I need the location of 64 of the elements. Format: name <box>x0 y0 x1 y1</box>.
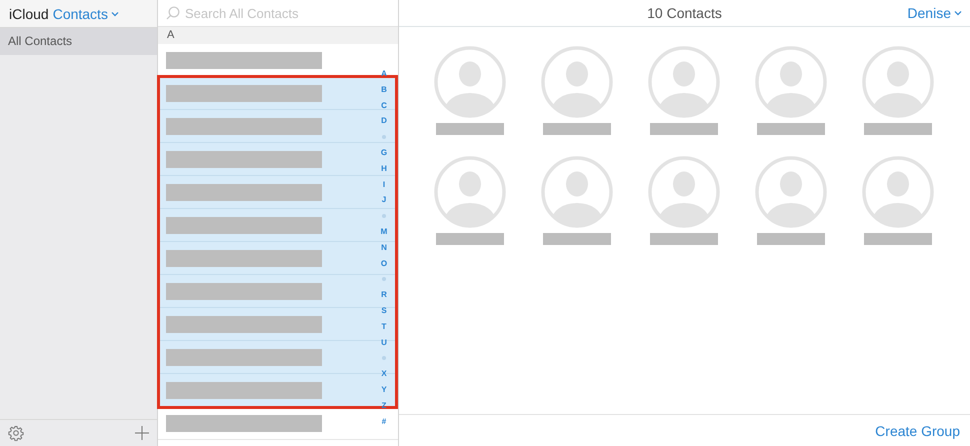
index-letter[interactable]: Y <box>381 382 387 398</box>
index-letter[interactable]: S <box>381 302 387 319</box>
index-letter[interactable]: # <box>382 414 386 430</box>
avatar-icon <box>862 156 934 228</box>
chevron-icon <box>110 10 119 16</box>
index-letter[interactable]: C <box>381 98 387 114</box>
search-field[interactable]: Search All Contacts <box>185 6 395 20</box>
contact-row[interactable] <box>158 176 398 209</box>
index-letter[interactable]: G <box>380 144 388 161</box>
avatar-icon <box>755 156 827 228</box>
contact-row[interactable] <box>158 77 398 110</box>
redaction-bar <box>864 233 932 245</box>
settings-icon <box>8 425 24 441</box>
index-dot <box>382 356 386 360</box>
index-letter[interactable]: U <box>381 334 387 350</box>
index-letter[interactable]: H <box>381 160 387 177</box>
avatar-icon <box>648 156 720 228</box>
redaction-bar <box>543 123 611 135</box>
contact-row[interactable] <box>158 341 398 374</box>
avatar-icon <box>648 46 720 118</box>
avatar-icon <box>862 46 934 118</box>
index-letter[interactable]: B <box>381 82 387 98</box>
redaction-bar <box>757 233 825 245</box>
index-dot <box>382 135 386 140</box>
contact-row[interactable] <box>158 110 398 143</box>
contact-row[interactable] <box>158 308 398 341</box>
sidebar-item[interactable]: All Contacts <box>0 28 157 55</box>
avatar-icon <box>755 46 827 118</box>
avatar-icon <box>541 156 613 228</box>
index-letter[interactable]: T <box>382 318 386 335</box>
contact-row[interactable] <box>158 143 398 176</box>
chevron-icon <box>954 10 962 16</box>
avatar-icon <box>434 46 506 118</box>
contact-row[interactable] <box>158 374 398 407</box>
avatar-icon <box>541 46 613 118</box>
index-letter[interactable]: N <box>381 240 387 256</box>
contact-row[interactable] <box>158 275 398 308</box>
create-group-link[interactable]: Create Group <box>875 422 960 438</box>
index-letter[interactable]: O <box>380 256 388 272</box>
redaction-bar <box>543 233 611 245</box>
section-header: A <box>158 27 398 44</box>
redaction-bar <box>650 233 718 245</box>
plus-icon <box>135 426 149 440</box>
app-title-menu[interactable]: Contacts <box>52 6 119 22</box>
avatar-icon <box>434 156 506 228</box>
index-letter[interactable]: X <box>381 366 387 382</box>
index-dot <box>382 277 386 282</box>
index-letter[interactable]: D <box>381 113 387 130</box>
index-letter[interactable]: M <box>380 224 388 240</box>
redaction-bar <box>650 123 718 135</box>
contact-row[interactable] <box>158 209 398 242</box>
contact-row[interactable] <box>158 242 398 275</box>
contacts-count: 10 Contacts <box>647 5 722 21</box>
index-dot <box>382 214 386 218</box>
brand-label: iCloud <box>9 6 49 22</box>
add-button[interactable] <box>135 426 149 440</box>
index-letter[interactable]: J <box>382 192 386 208</box>
redaction-bar <box>864 123 932 135</box>
redaction-bar <box>436 123 504 135</box>
search-icon <box>166 6 180 20</box>
redaction-bar <box>436 233 504 245</box>
account-menu[interactable]: Denise <box>907 5 962 21</box>
redaction-bar <box>757 123 825 135</box>
index-letter[interactable]: R <box>381 287 387 303</box>
